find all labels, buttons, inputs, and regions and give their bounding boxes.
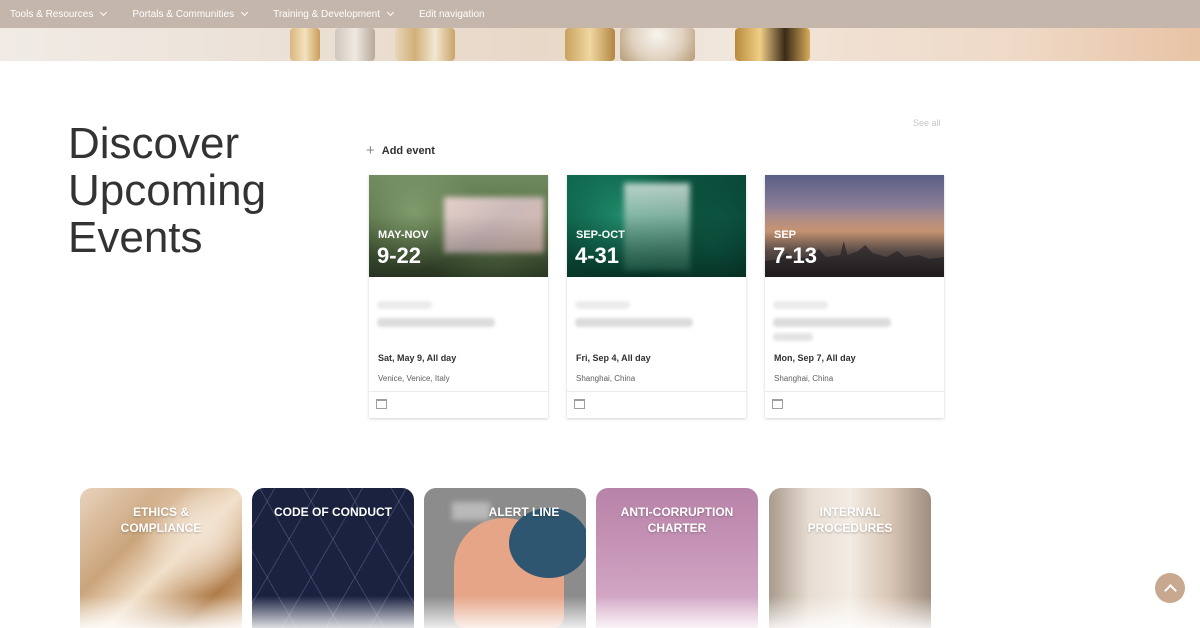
nav-item-label: Training & Development [273,8,380,20]
event-date: Fri, Sep 4, All day [576,353,651,363]
nav-item-label: Tools & Resources [10,8,94,20]
blurred-text [575,318,693,327]
scroll-to-top-button[interactable] [1155,573,1185,603]
calendar-icon[interactable] [574,399,585,409]
tile-anti-corruption-charter[interactable]: ANTI-CORRUPTION CHARTER [596,488,758,628]
blurred-text [377,301,432,309]
chevron-down-icon [386,8,395,17]
tile-code-of-conduct[interactable]: CODE OF CONDUCT [252,488,414,628]
nav-item-portals-communities[interactable]: Portals & Communities [132,8,249,20]
see-all-link[interactable]: See all [913,118,941,128]
event-location: Venice, Venice, Italy [378,374,450,383]
calendar-icon[interactable] [772,399,783,409]
tile-internal-procedures[interactable]: INTERNAL PROCEDURES [769,488,931,628]
blurred-text [575,301,630,309]
blurred-text [773,333,813,341]
hero-jewelry-image [735,28,810,61]
blurred-text [773,318,891,327]
nav-item-label: Portals & Communities [132,8,235,20]
event-location: Shanghai, China [774,374,834,383]
calendar-icon[interactable] [376,399,387,409]
hero-jewelry-image [620,28,695,61]
event-location: Shanghai, China [576,374,636,383]
event-image: SEP-OCT 4-31 [567,175,746,277]
event-image: MAY-NOV 9-22 [369,175,548,277]
chevron-up-icon [1163,583,1177,597]
nav-item-tools-resources[interactable]: Tools & Resources [10,8,108,20]
card-divider [765,391,944,392]
blurred-text [377,318,495,327]
tile-alert-line[interactable]: ALERT LINE [424,488,586,628]
hero-jewelry-image [395,28,455,61]
event-image: SEP 7-13 [765,175,944,277]
add-event-label: Add event [381,144,435,157]
event-date-range: SEP [774,229,797,241]
card-divider [567,391,746,392]
event-card[interactable]: SEP-OCT 4-31 Fri, Sep 4, All day Shangha… [567,175,746,418]
add-event-button[interactable]: + Add event [366,142,435,159]
nav-item-training-development[interactable]: Training & Development [273,8,395,20]
hero-banner [0,28,1200,61]
tile-label: ETHICS & COMPLIANCE [120,505,202,535]
event-date: Mon, Sep 7, All day [774,353,856,363]
tile-label: ANTI-CORRUPTION CHARTER [620,505,734,535]
edit-navigation-link[interactable]: Edit navigation [419,9,485,20]
event-date-range: MAY-NOV [378,229,429,241]
section-title: Discover Upcoming Events [68,119,267,262]
event-days: 9-22 [377,243,422,268]
card-divider [369,391,548,392]
tile-label: INTERNAL PROCEDURES [807,505,893,535]
event-date: Sat, May 9, All day [378,353,457,363]
hero-jewelry-image [565,28,615,61]
chevron-down-icon [100,8,108,17]
hero-jewelry-image [335,28,375,61]
event-date-range: SEP-OCT [576,229,625,241]
event-card[interactable]: MAY-NOV 9-22 Sat, May 9, All day Venice,… [369,175,548,418]
tile-label: CODE OF CONDUCT [274,505,392,519]
top-navigation: Tools & Resources Portals & Communities … [0,0,1200,28]
plus-icon: + [366,142,375,159]
nav-item-label: Edit navigation [418,8,485,20]
hero-jewelry-image [290,28,320,61]
tile-ethics-compliance[interactable]: ETHICS & COMPLIANCE [80,488,242,628]
chevron-down-icon [241,8,249,17]
event-days: 7-13 [773,243,818,268]
tile-label: ALERT LINE [488,505,560,519]
event-days: 4-31 [575,243,620,268]
blurred-text [773,301,828,309]
event-card[interactable]: SEP 7-13 Mon, Sep 7, All day Shanghai, C… [765,175,944,418]
